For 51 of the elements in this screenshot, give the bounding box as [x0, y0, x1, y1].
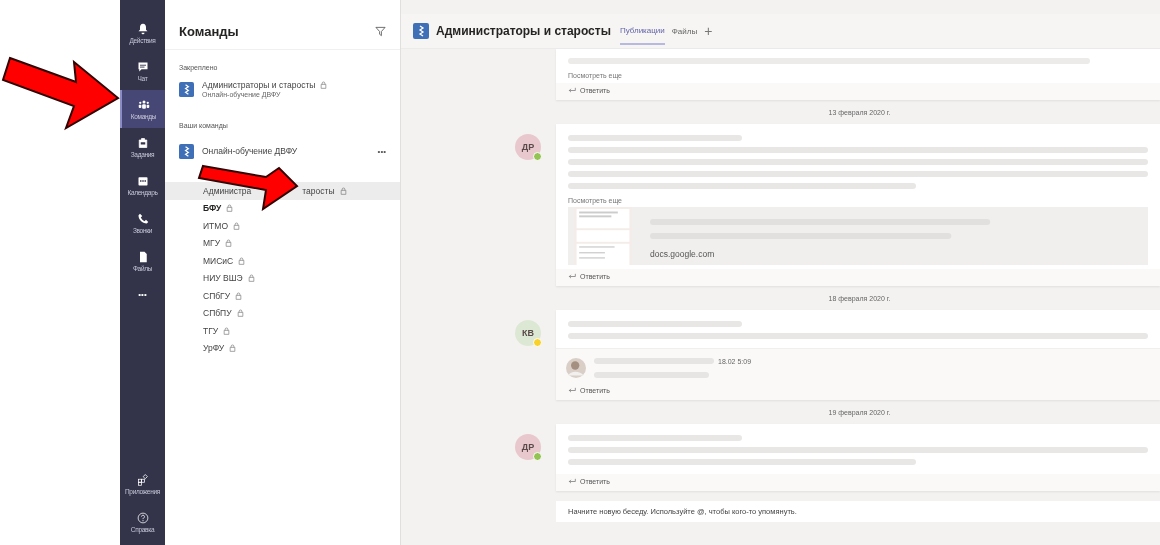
- channel-title: Администраторы и старосты: [436, 24, 611, 38]
- channel-item[interactable]: ИТМО: [165, 217, 400, 235]
- lock-icon: [233, 221, 240, 230]
- channel-item[interactable]: СПбПУ: [165, 304, 400, 322]
- link-domain: docs.google.com: [650, 249, 716, 259]
- avatar[interactable]: ДР: [515, 134, 541, 160]
- lock-icon: [235, 291, 243, 300]
- lock-icon: [339, 186, 347, 195]
- tab[interactable]: Публикации: [619, 17, 665, 45]
- lock-icon: [223, 326, 231, 335]
- add-tab-button[interactable]: +: [704, 23, 713, 39]
- help-icon: [136, 511, 149, 524]
- avatar: [566, 358, 586, 378]
- teams-icon: [137, 98, 150, 111]
- reply-icon: [568, 478, 576, 485]
- apps-icon: [136, 473, 149, 486]
- panel-title: Команды: [179, 24, 239, 39]
- channel-item[interactable]: УрФУ: [165, 339, 400, 357]
- channel-item[interactable]: НИУ ВШЭ: [165, 269, 400, 287]
- channel-item[interactable]: ТГУ: [165, 322, 400, 340]
- filter-icon[interactable]: [375, 26, 386, 37]
- lock-icon: [320, 81, 328, 89]
- phone-icon: [136, 212, 149, 225]
- reply-icon: [568, 387, 576, 394]
- avatar[interactable]: КВ: [515, 320, 541, 346]
- more-options-button[interactable]: •••: [377, 146, 386, 156]
- lock-icon: [236, 309, 244, 318]
- avatar[interactable]: ДР: [515, 434, 541, 460]
- bell-icon: [136, 22, 149, 35]
- lock-icon: [225, 239, 233, 248]
- more-apps-button[interactable]: •••: [120, 280, 165, 309]
- chat-icon: [136, 60, 149, 73]
- tab[interactable]: Файлы: [671, 18, 698, 44]
- channel-name: Администраторы и старосты: [202, 80, 316, 90]
- channel-item[interactable]: МГУ: [165, 234, 400, 252]
- channel-item[interactable]: МИСиС: [165, 252, 400, 270]
- channel-item[interactable]: СПбГУ: [165, 287, 400, 305]
- lock-icon: [238, 256, 246, 265]
- lock-icon: [229, 344, 237, 353]
- team-logo-icon: [179, 143, 194, 159]
- reply-icon: [568, 87, 576, 94]
- team-logo-icon: [413, 23, 429, 39]
- link-preview[interactable]: docs.google.com: [568, 207, 1148, 265]
- channel-item[interactable]: БФУ: [165, 199, 400, 217]
- lock-icon: [226, 204, 234, 213]
- lock-icon: [247, 274, 255, 283]
- team-name[interactable]: Онлайн-обучение ДВФУ: [202, 146, 370, 156]
- reply-icon: [568, 273, 576, 280]
- calendar-icon: [136, 174, 149, 187]
- bag-icon: [136, 136, 149, 149]
- team-logo-icon: [179, 81, 194, 97]
